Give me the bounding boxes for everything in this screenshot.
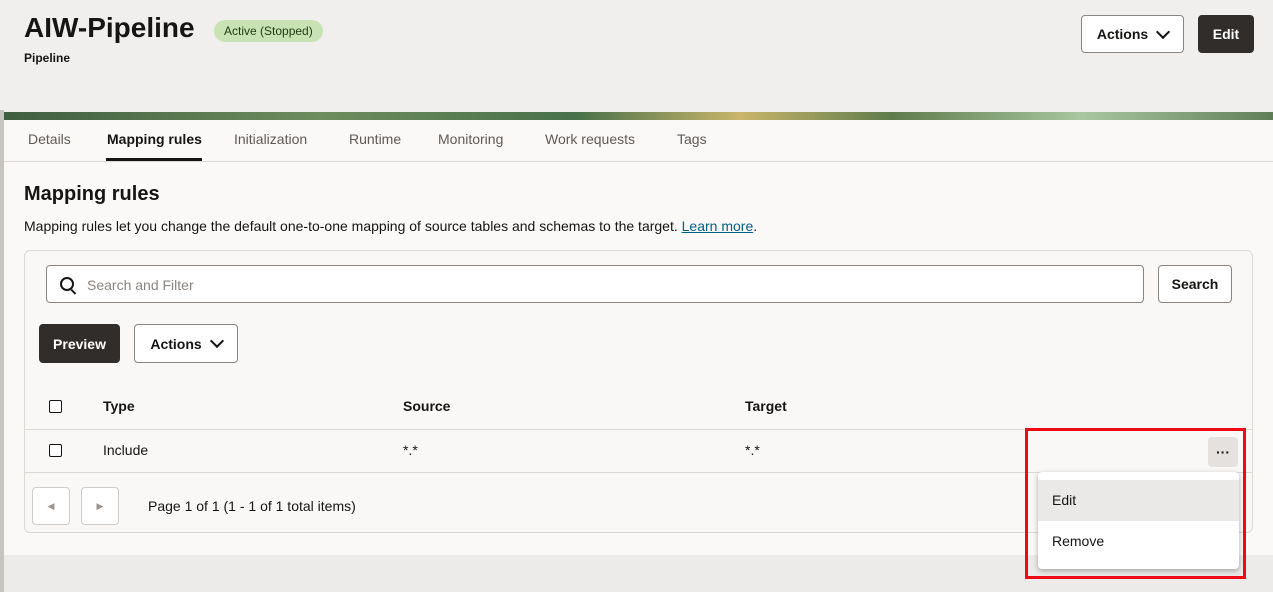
page-title: AIW-Pipeline [24, 12, 195, 43]
chevron-down-icon [209, 333, 224, 349]
search-icon [60, 277, 74, 291]
select-all-checkbox[interactable] [49, 400, 62, 413]
chevron-left-icon: ◀ [47, 500, 55, 511]
pagination-text: Page 1 of 1 (1 - 1 of 1 total items) [148, 498, 356, 514]
cell-type: Include [103, 442, 149, 458]
active-tab-indicator [106, 158, 202, 161]
tab-mapping-rules[interactable]: Mapping rules [107, 131, 202, 147]
previous-page-button[interactable]: ◀ [32, 487, 70, 525]
tab-initialization[interactable]: Initialization [234, 131, 307, 147]
tab-work-requests[interactable]: Work requests [545, 131, 635, 147]
chevron-right-icon: ▶ [96, 500, 104, 511]
section-title: Mapping rules [24, 183, 160, 205]
tab-monitoring[interactable]: Monitoring [438, 131, 503, 147]
cell-target: *.* [745, 442, 760, 458]
description-text: Mapping rules let you change the default… [24, 218, 678, 234]
tab-bar: Details Mapping rules Initialization Run… [4, 120, 1273, 162]
search-box [46, 265, 1144, 304]
row-checkbox[interactable] [49, 444, 62, 457]
section-description: Mapping rules let you change the default… [24, 218, 758, 234]
edit-button[interactable]: Edit [1198, 15, 1254, 53]
tab-details[interactable]: Details [28, 131, 71, 147]
search-input[interactable] [85, 266, 1129, 304]
cell-source: *.* [403, 442, 418, 458]
page-subtitle: Pipeline [24, 51, 71, 65]
column-header-target[interactable]: Target [745, 398, 787, 414]
status-badge: Active (Stopped) [214, 20, 323, 42]
column-header-type[interactable]: Type [103, 398, 135, 414]
table-actions-label: Actions [150, 335, 202, 352]
column-header-source[interactable]: Source [403, 398, 450, 414]
learn-more-link[interactable]: Learn more [682, 218, 754, 234]
table-actions-button[interactable]: Actions [134, 324, 238, 363]
search-button[interactable]: Search [1158, 265, 1232, 303]
next-page-button[interactable]: ▶ [81, 487, 119, 525]
chevron-down-icon [1156, 24, 1171, 39]
page-header: AIW-Pipeline Active (Stopped) Pipeline A… [0, 0, 1273, 112]
tab-runtime[interactable]: Runtime [349, 131, 401, 147]
tab-tags[interactable]: Tags [677, 131, 707, 147]
header-banner [4, 112, 1273, 120]
header-actions-button[interactable]: Actions [1081, 15, 1184, 53]
header-actions-label: Actions [1096, 26, 1149, 42]
highlight-box [1025, 428, 1246, 579]
preview-button[interactable]: Preview [39, 324, 120, 363]
